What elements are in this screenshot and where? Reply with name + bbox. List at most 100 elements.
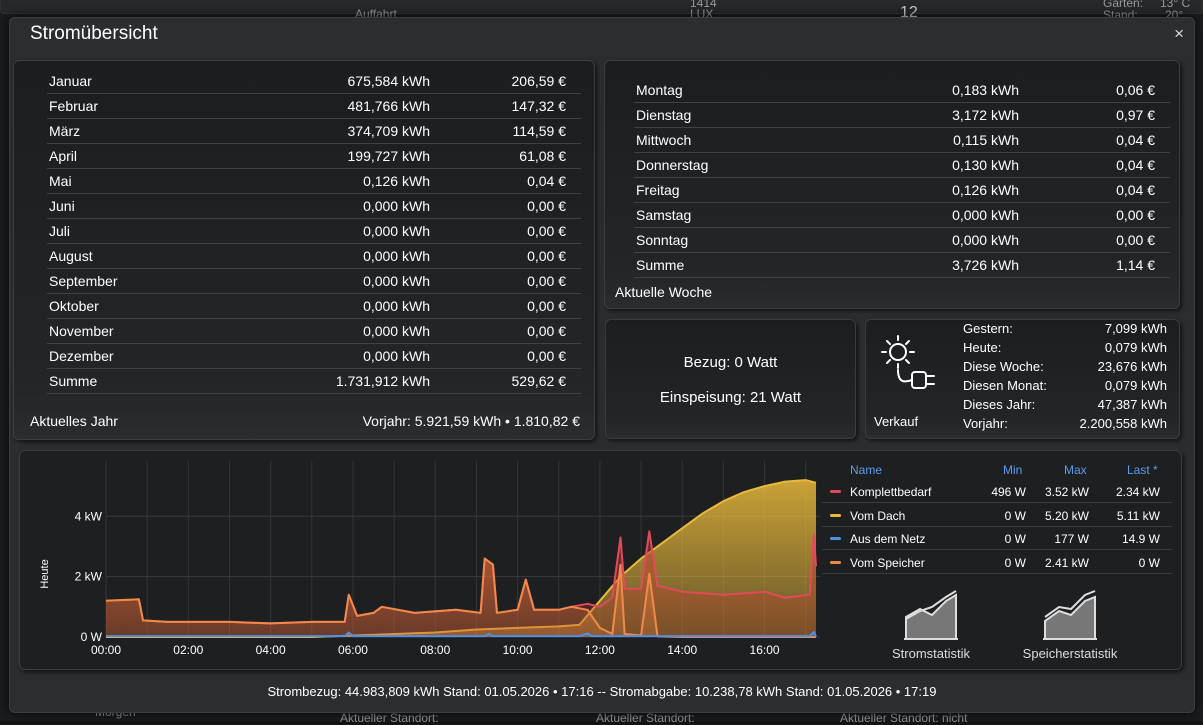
series-max: 177 W [1054,532,1089,546]
kwh-value: 374,709 kWh [347,123,431,139]
verkauf-row: Diese Woche: 23,676 kWh [963,359,1167,378]
series-last: 0 W [1138,555,1160,570]
kwh-value: 0,000 kWh [363,223,430,239]
series-max: 3.52 kW [1044,485,1089,499]
kwh-value: 3,726 kWh [952,257,1019,273]
kwh-value: 1.731,912 kWh [335,373,430,389]
kwh-value: 481,766 kWh [347,98,431,114]
euro-value: 1,14 € [1116,257,1155,273]
euro-value: 529,62 € [511,373,567,389]
euro-value: 0,04 € [1116,157,1155,173]
kwh-value: 0,130 kWh [952,157,1019,173]
month-label: April [49,148,78,164]
background-tile-row [0,0,1203,14]
x-tick-label: 10:00 [503,643,533,657]
legend-row[interactable]: Vom Dach 0 W 5.20 kW 5.11 kW [822,504,1172,527]
solar-plug-icon [881,335,935,389]
legend-row[interactable]: Vom Speicher 0 W 2.41 kW 0 W [822,551,1172,574]
current-power-panel: Bezug: 0 Watt Einspeisung: 21 Watt [605,319,856,439]
week-consumption-panel: Montag 0,183 kWh 0,06 € Dienstag 3,172 kWh 0,… [604,60,1180,309]
kwh-value: 0,000 kWh [363,298,430,314]
y-tick-label: 4 kW [75,509,103,523]
kwh-value: 0,000 kWh [363,323,430,339]
verkauf-label: Diese Woche: [963,359,1044,374]
verkauf-row: Vorjahr: 2.200,558 kWh [963,416,1167,435]
kwh-value: 675,584 kWh [347,73,431,89]
weekday-label: Sonntag [636,232,689,248]
year-row: März 374,709 kWh 114,59 € [47,119,581,144]
x-tick-label: 12:00 [585,643,615,657]
weekday-label: Summe [636,257,685,273]
series-last: 5.11 kW [1116,508,1160,523]
x-tick-label: 08:00 [420,643,450,657]
month-label: Januar [49,73,92,89]
euro-value: 0,00 € [527,323,566,339]
verkauf-row: Diesen Monat: 0,079 kWh [963,378,1167,397]
kwh-value: 0,183 kWh [952,82,1019,98]
weekday-label: Freitag [636,182,680,198]
verkauf-label: Diesen Monat: [963,378,1047,393]
kwh-value: 0,115 kWh [953,132,1019,148]
power-area-chart[interactable]: 0 W 2 kW 4 kW 00:00 02:00 04:00 06:00 08:00 10:0… [20,451,820,669]
month-label: August [49,248,93,264]
verkauf-label: Heute: [963,340,1002,355]
y-tick-label: 2 kW [75,570,103,584]
dialog-title: Stromübersicht [30,23,158,44]
x-tick-label: 14:00 [667,643,697,657]
euro-value: 147,32 € [511,98,567,114]
area-chart-icon [904,590,958,640]
x-tick-label: 00:00 [91,643,121,657]
euro-value: 0,00 € [527,273,566,289]
year-row: Oktober 0,000 kWh 0,00 € [47,294,581,319]
euro-value: 0,00 € [527,223,566,239]
kwh-value: 0,000 kWh [952,232,1019,248]
week-row: Donnerstag 0,130 kWh 0,04 € [634,153,1170,178]
year-consumption-panel: Januar 675,584 kWh 206,59 € Februar 481,766 … [13,60,595,440]
series-max: 5.20 kW [1044,508,1089,523]
einspeisung-value: Einspeisung: 21 Watt [659,389,802,406]
kwh-value: 0,000 kWh [363,248,430,264]
week-row: Freitag 0,126 kWh 0,04 € [634,178,1170,203]
legend-row[interactable]: Komplettbedarf 496 W 3.52 kW 2.34 kW [822,480,1172,503]
legend-header-name[interactable]: Name [850,463,882,477]
month-label: September [49,273,118,289]
month-label: Dezember [49,348,114,364]
year-row: Juli 0,000 kWh 0,00 € [47,219,581,244]
close-icon[interactable]: × [1174,24,1184,44]
legend-row[interactable]: Aus dem Netz 0 W 177 W 14.9 W [822,527,1172,550]
series-swatch [830,490,841,493]
legend-header-min[interactable]: Min [1003,463,1022,477]
legend-header-max[interactable]: Max [1064,463,1087,477]
stromstatistik-button[interactable]: Stromstatistik [886,587,976,661]
month-label: Februar [49,98,99,114]
verkauf-value: 0,079 kWh [1104,340,1167,355]
series-last: 14.9 W [1121,532,1160,546]
month-label: Mai [49,173,72,189]
kwh-value: 0,000 kWh [363,198,430,214]
bezug-value: Bezug: 0 Watt [683,354,778,371]
euro-value: 0,04 € [1116,132,1155,148]
series-min: 0 W [1004,532,1026,546]
kwh-value: 0,000 kWh [952,207,1019,223]
week-row: Summe 3,726 kWh 1,14 € [634,253,1170,278]
verkauf-label: Verkauf [874,414,919,429]
year-row: Februar 481,766 kWh 147,32 € [47,94,581,119]
speicherstatistik-button[interactable]: Speicherstatistik [1013,587,1127,661]
year-row: Juni 0,000 kWh 0,00 € [47,194,581,219]
legend-header-last[interactable]: Last * [1127,463,1158,477]
kwh-value: 0,000 kWh [363,348,430,364]
series-min: 0 W [1004,555,1026,570]
series-name: Vom Dach [850,508,906,523]
year-row: August 0,000 kWh 0,00 € [47,244,581,269]
x-tick-label: 16:00 [750,643,780,657]
week-row: Mittwoch 0,115 kWh 0,04 € [634,128,1170,153]
euro-value: 0,00 € [527,248,566,264]
kwh-value: 199,727 kWh [347,148,431,164]
series-swatch [830,537,841,540]
euro-value: 0,06 € [1116,82,1155,98]
euro-value: 0,00 € [527,198,566,214]
verkauf-row: Heute: 0,079 kWh [963,340,1167,359]
series-max: 2.41 kW [1044,555,1089,570]
month-label: Juli [49,223,71,239]
previous-year-summary: Vorjahr: 5.921,59 kWh • 1.810,82 € [362,413,580,429]
